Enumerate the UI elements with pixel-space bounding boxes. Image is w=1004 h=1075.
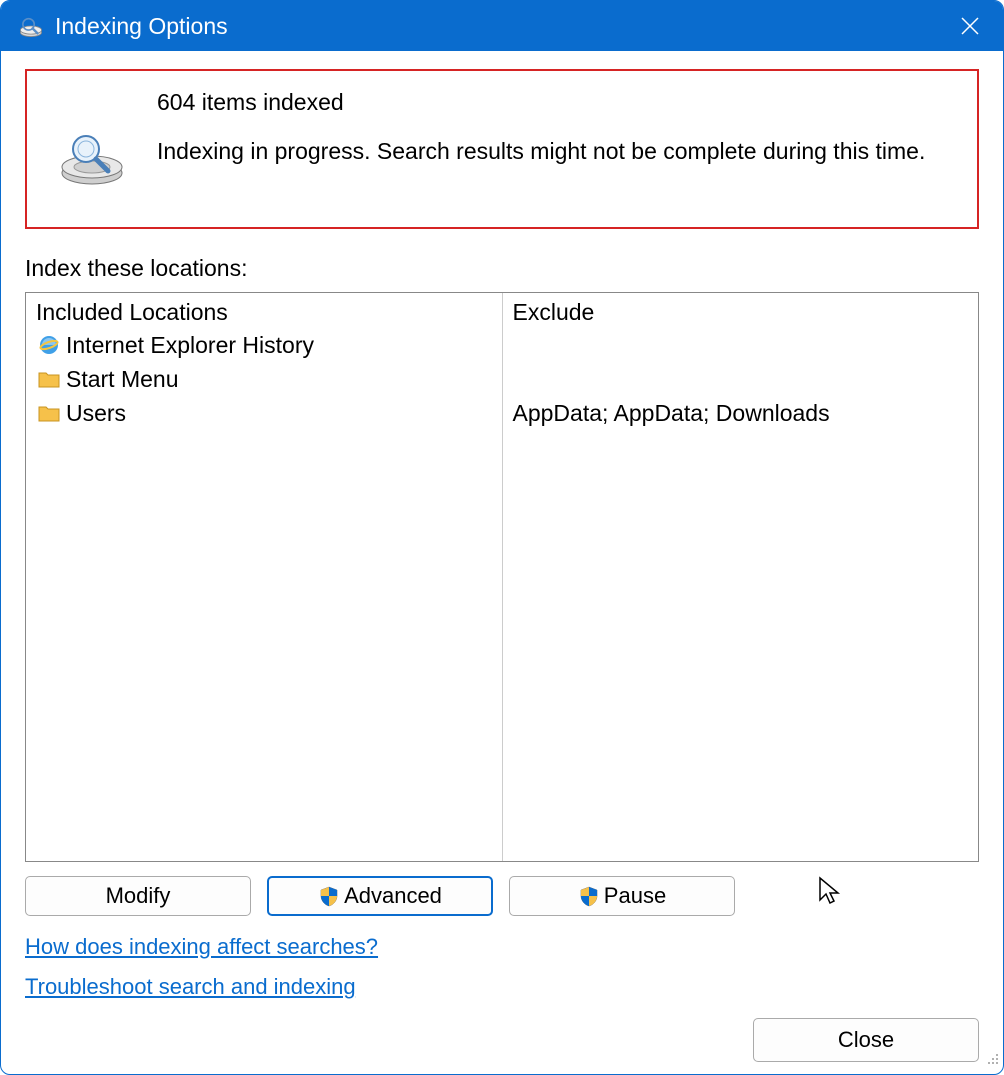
titlebar: Indexing Options	[1, 1, 1003, 51]
button-row: Modify Advanced	[25, 876, 979, 916]
help-link-troubleshoot[interactable]: Troubleshoot search and indexing	[25, 974, 356, 1000]
status-message: Indexing in progress. Search results mig…	[157, 138, 967, 165]
window-title: Indexing Options	[55, 13, 945, 40]
status-panel: 604 items indexed Indexing in progress. …	[25, 69, 979, 229]
list-item-label: Internet Explorer History	[66, 328, 314, 362]
shield-icon	[578, 885, 600, 907]
exclude-value: AppData; AppData; Downloads	[513, 396, 969, 430]
ie-icon	[36, 332, 62, 358]
help-link-how[interactable]: How does indexing affect searches?	[25, 934, 378, 960]
modify-button[interactable]: Modify	[25, 876, 251, 916]
pause-button[interactable]: Pause	[509, 876, 735, 916]
included-column: Included Locations Internet Explorer His…	[26, 293, 503, 861]
close-icon[interactable]	[945, 1, 995, 51]
drive-search-icon	[37, 89, 147, 187]
folder-icon	[36, 400, 62, 426]
advanced-button[interactable]: Advanced	[267, 876, 493, 916]
close-button[interactable]: Close	[753, 1018, 979, 1062]
list-item[interactable]: Start Menu	[36, 362, 492, 396]
shield-icon	[318, 885, 340, 907]
exclude-column: Exclude AppData; AppData; Downloads	[503, 293, 979, 861]
list-item-label: Users	[66, 396, 126, 430]
list-item[interactable]: Users	[36, 396, 492, 430]
locations-list[interactable]: Included Locations Internet Explorer His…	[25, 292, 979, 862]
list-item-label: Start Menu	[66, 362, 179, 396]
list-item[interactable]: Internet Explorer History	[36, 328, 492, 362]
indexed-count: 604 items indexed	[157, 89, 967, 116]
resize-grip[interactable]	[983, 1049, 999, 1070]
indexing-options-window: Indexing Options 604 items index	[0, 0, 1004, 1075]
locations-label: Index these locations:	[25, 255, 979, 282]
app-icon	[17, 12, 45, 40]
content-area: 604 items indexed Indexing in progress. …	[1, 51, 1003, 1074]
included-header: Included Locations	[36, 299, 492, 326]
exclude-header: Exclude	[513, 299, 969, 326]
folder-icon	[36, 366, 62, 392]
